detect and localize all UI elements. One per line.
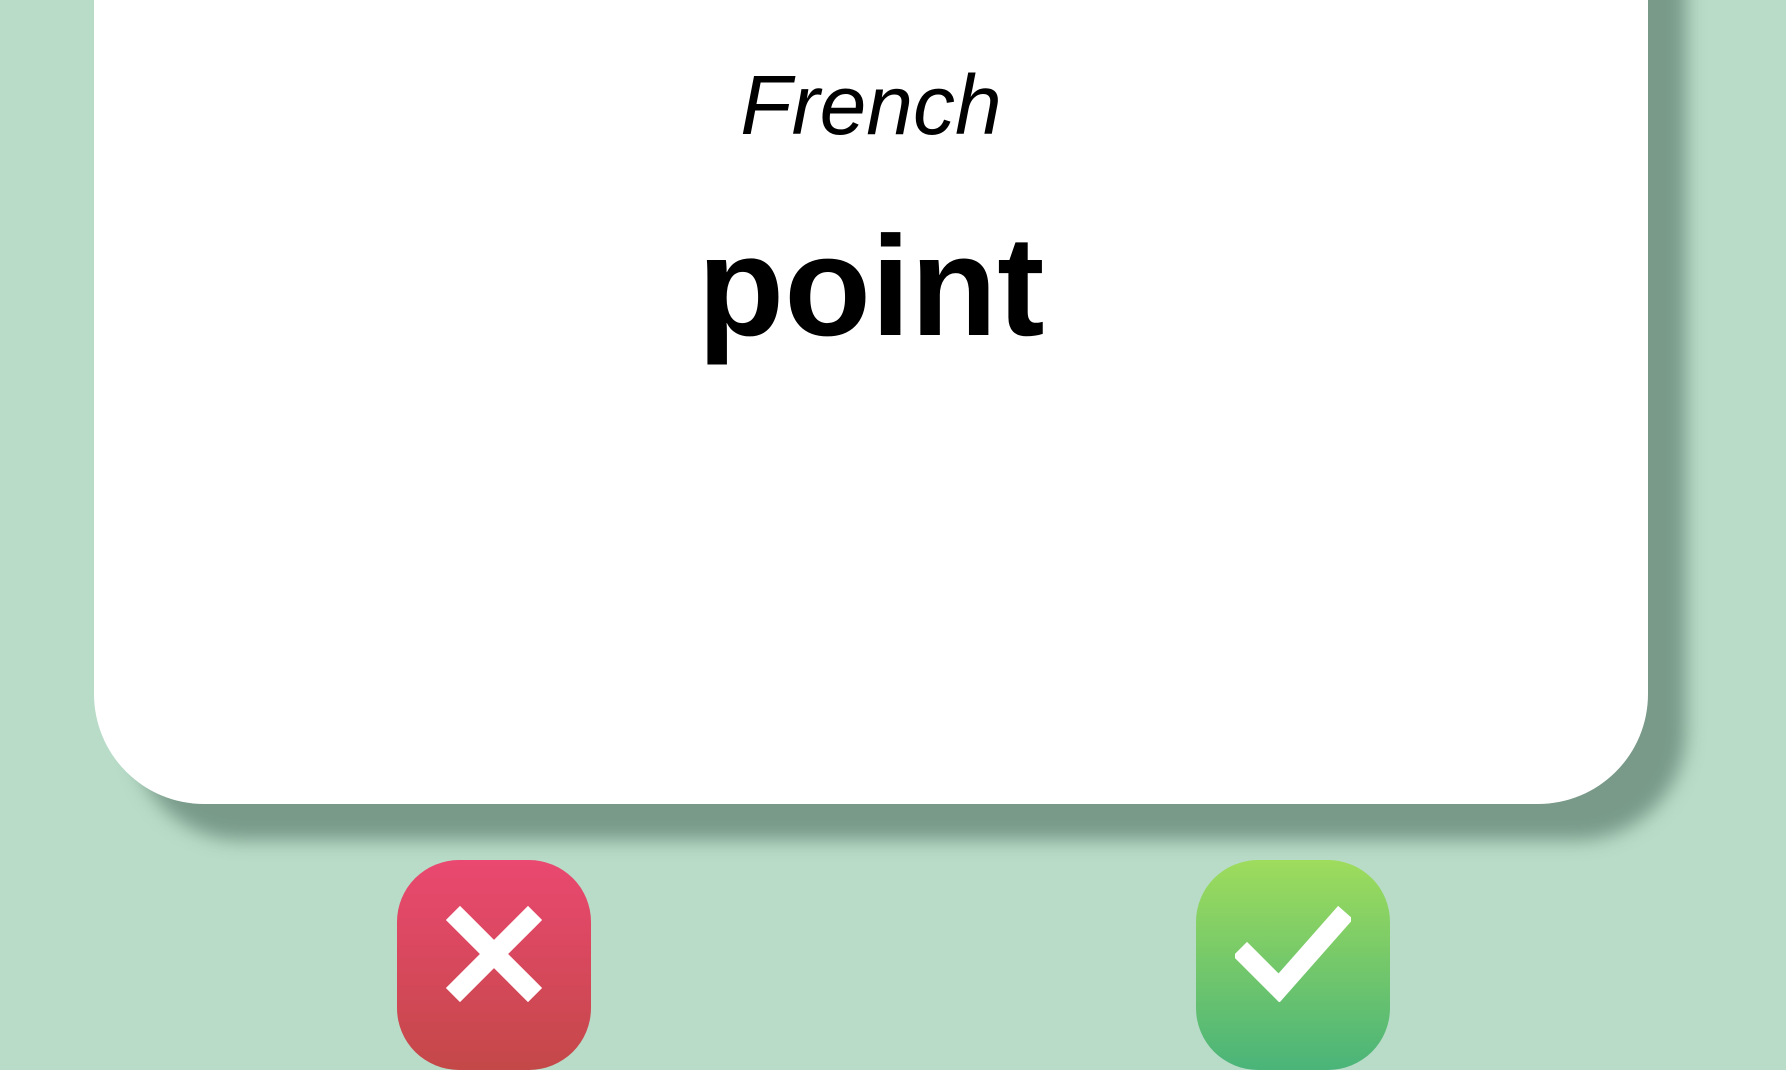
flashcard-word: point [697, 207, 1045, 366]
flashcard[interactable]: French point [94, 0, 1648, 804]
checkmark-icon [1235, 906, 1351, 1002]
language-label: French [740, 58, 1002, 152]
close-icon [446, 906, 542, 1002]
correct-answer-button[interactable] [1196, 860, 1390, 1070]
wrong-answer-button[interactable] [397, 860, 591, 1070]
